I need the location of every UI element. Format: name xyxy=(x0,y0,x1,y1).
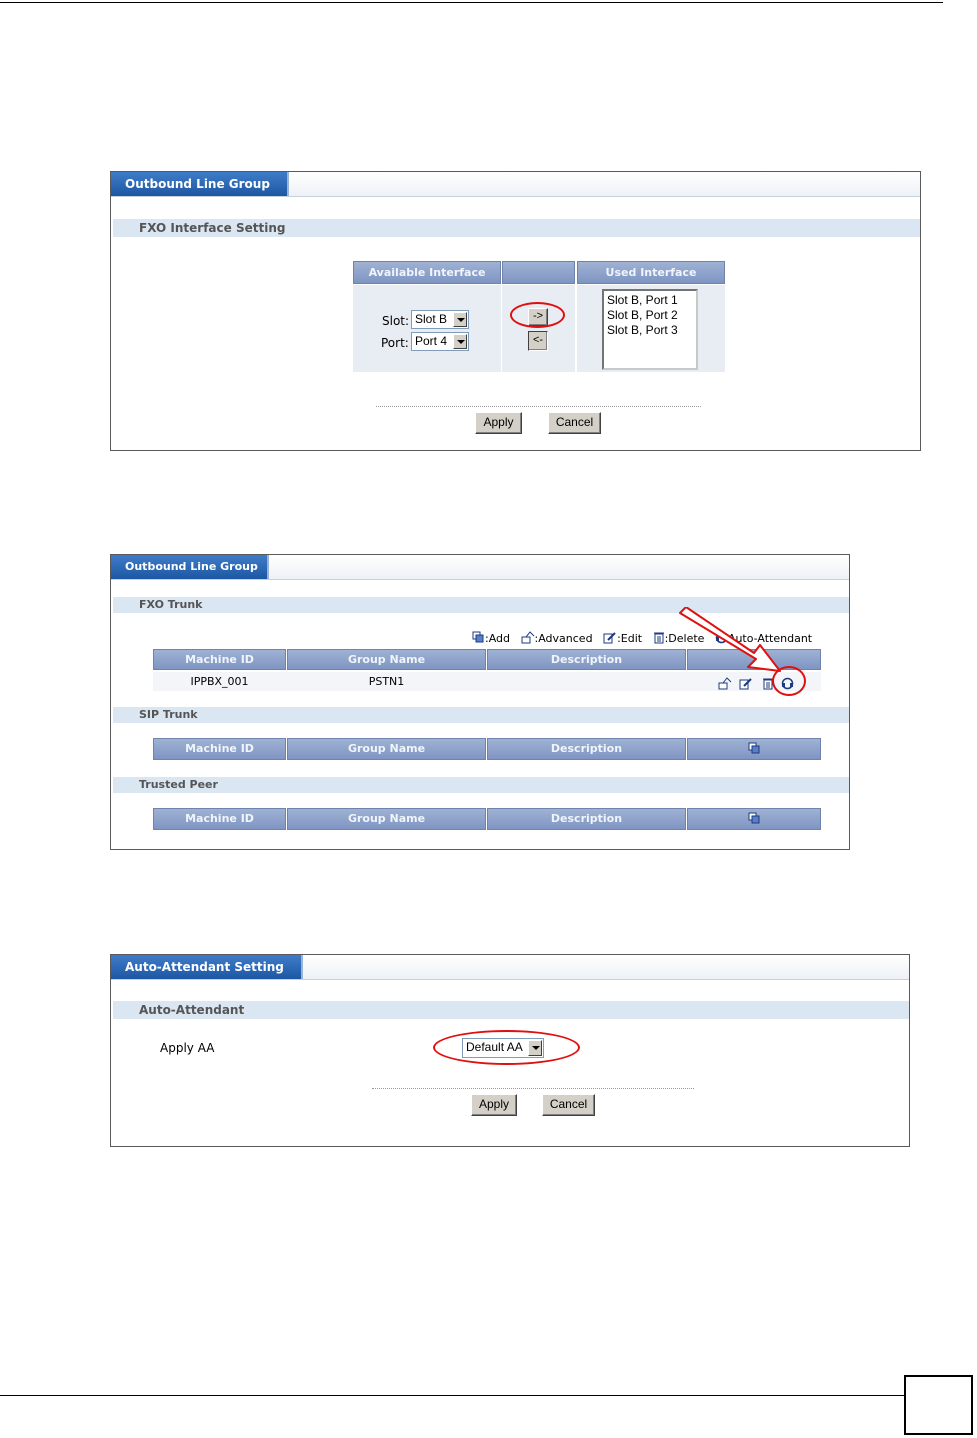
chevron-down-icon[interactable] xyxy=(453,312,467,327)
sip-col-machine-id: Machine ID xyxy=(153,738,286,760)
add-icon[interactable] xyxy=(748,812,761,828)
annotation-highlight-oval xyxy=(433,1030,580,1065)
apply-button[interactable]: Apply xyxy=(475,412,522,434)
section-trusted-peer: Trusted Peer xyxy=(113,777,849,793)
tab-bar: Outbound Line Group xyxy=(111,555,849,580)
list-item[interactable]: Slot B, Port 2 xyxy=(607,308,693,323)
tab-bar: Outbound Line Group xyxy=(111,172,920,197)
section-auto-attendant: Auto-Attendant xyxy=(113,1001,909,1019)
tab-auto-attendant-setting[interactable]: Auto-Attendant Setting xyxy=(111,955,303,979)
list-item[interactable]: Slot B, Port 1 xyxy=(607,293,693,308)
available-interface-header: Available Interface xyxy=(353,261,501,284)
fxo-col-group-name: Group Name xyxy=(287,649,486,670)
apply-aa-label: Apply AA xyxy=(160,1041,215,1055)
slot-label: Slot: xyxy=(382,314,410,328)
cancel-button[interactable]: Cancel xyxy=(542,1094,595,1116)
section-fxo-interface-setting: FXO Interface Setting xyxy=(113,219,920,237)
annotation-highlight-oval xyxy=(510,302,565,328)
apply-button[interactable]: Apply xyxy=(471,1094,517,1116)
chevron-down-icon[interactable] xyxy=(453,334,467,349)
tab-outbound-line-group[interactable]: Outbound Line Group xyxy=(111,555,269,579)
used-interface-listbox[interactable]: Slot B, Port 1 Slot B, Port 2 Slot B, Po… xyxy=(602,289,698,370)
add-icon[interactable] xyxy=(748,742,761,758)
divider xyxy=(376,406,701,407)
peer-col-machine-id: Machine ID xyxy=(153,808,286,830)
section-sip-trunk: SIP Trunk xyxy=(113,707,849,723)
slot-select-value: Slot B xyxy=(415,312,448,326)
peer-col-add xyxy=(687,808,821,830)
advanced-icon[interactable] xyxy=(718,675,732,694)
fxo-col-description: Description xyxy=(487,649,686,670)
page-top-rule xyxy=(0,2,943,3)
peer-col-description: Description xyxy=(487,808,686,830)
legend-advanced-label: :Advanced xyxy=(534,632,593,645)
port-select[interactable]: Port 4 xyxy=(411,332,469,351)
sip-col-add xyxy=(687,738,821,760)
row-group-name: PSTN1 xyxy=(368,675,405,688)
edit-icon xyxy=(603,631,617,647)
advanced-icon xyxy=(521,631,535,647)
slot-select[interactable]: Slot B xyxy=(411,310,469,329)
divider xyxy=(372,1088,694,1089)
legend-add-label: :Add xyxy=(485,632,511,645)
transfer-column-header xyxy=(502,261,575,284)
fxo-col-machine-id: Machine ID xyxy=(153,649,286,670)
port-select-value: Port 4 xyxy=(415,334,448,348)
page-number-box xyxy=(904,1375,973,1435)
outbound-line-group-fxo-setting-panel: Outbound Line Group FXO Interface Settin… xyxy=(110,171,921,451)
auto-attendant-setting-panel: Auto-Attendant Setting Auto-Attendant Ap… xyxy=(110,954,910,1147)
add-icon xyxy=(472,631,485,647)
row-machine-id: IPPBX_001 xyxy=(190,675,249,688)
port-label: Port: xyxy=(381,336,409,350)
transfer-cell xyxy=(502,285,575,372)
page-bottom-rule xyxy=(0,1395,904,1396)
list-item[interactable]: Slot B, Port 3 xyxy=(607,323,693,338)
legend-edit-label: :Edit xyxy=(617,632,643,645)
tab-outbound-line-group[interactable]: Outbound Line Group xyxy=(111,172,289,196)
cancel-button[interactable]: Cancel xyxy=(548,412,601,434)
sip-col-group-name: Group Name xyxy=(287,738,486,760)
peer-col-group-name: Group Name xyxy=(287,808,486,830)
sip-col-description: Description xyxy=(487,738,686,760)
edit-icon[interactable] xyxy=(739,675,753,694)
remove-interface-button[interactable]: <- xyxy=(528,331,548,351)
outbound-line-group-list-panel: Outbound Line Group FXO Trunk :Add :Adva… xyxy=(110,554,850,850)
annotation-arrow-icon xyxy=(679,607,781,672)
delete-icon xyxy=(653,631,665,647)
used-interface-header: Used Interface xyxy=(577,261,725,284)
tab-bar: Auto-Attendant Setting xyxy=(111,955,909,980)
